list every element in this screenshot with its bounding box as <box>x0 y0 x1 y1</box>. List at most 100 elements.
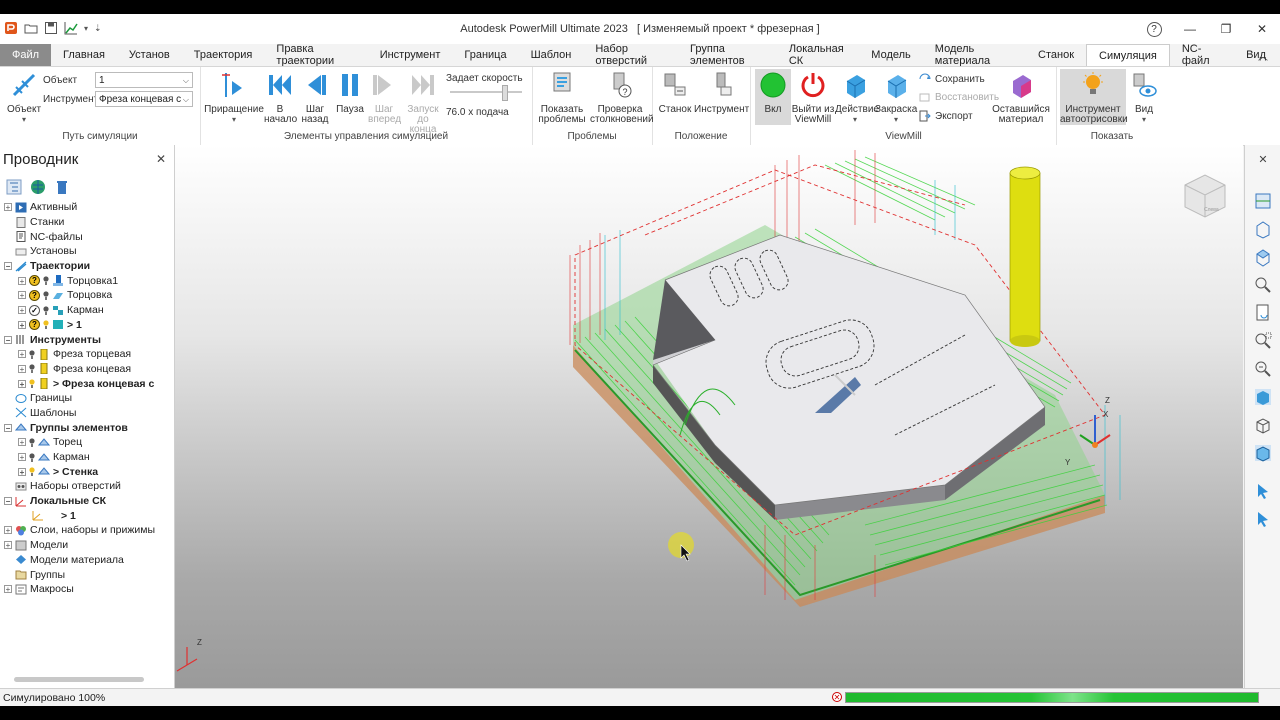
autodraw-tool-button[interactable]: Инструмент автоотрисовки <box>1060 69 1128 125</box>
tree-item-stock-models[interactable]: Модели материала <box>0 553 174 568</box>
step-forward-button[interactable]: Шаг вперед <box>368 71 401 125</box>
tab-boundary[interactable]: Граница <box>452 44 518 66</box>
expand-icon[interactable]: + <box>4 541 12 550</box>
tree-item-tool-end-mill[interactable]: + Фреза концевая <box>0 362 174 377</box>
stop-icon[interactable]: ✕ <box>832 692 842 702</box>
graphics-viewport[interactable]: X Y Z Слева Z <box>175 145 1243 688</box>
tab-home[interactable]: Главная <box>51 44 117 66</box>
tree-item-boundaries[interactable]: Границы <box>0 391 174 406</box>
tab-setup[interactable]: Установ <box>117 44 182 66</box>
collapse-icon[interactable]: − <box>4 335 12 344</box>
zoom-refresh-icon[interactable] <box>1253 275 1273 295</box>
tree-item-tools[interactable]: − Инструменты <box>0 332 174 347</box>
explorer-horizontal-scrollbar[interactable] <box>14 677 144 682</box>
increment-button[interactable]: Приращение ▾ <box>204 71 264 125</box>
tree-item-toolpaths[interactable]: − Траектории <box>0 259 174 274</box>
tree-item-toolpath-1[interactable]: +? > 1 <box>0 318 174 333</box>
lightbulb-off-icon[interactable] <box>29 364 35 374</box>
exit-viewmill-button[interactable]: Выйти из ViewMill <box>791 71 835 125</box>
tab-toolpath[interactable]: Траектория <box>182 44 265 66</box>
trash-icon[interactable] <box>54 179 70 195</box>
object-select[interactable]: 1 ⌵ <box>95 72 193 88</box>
minimize-button[interactable]: — <box>1172 14 1208 44</box>
tab-stock-model[interactable]: Модель материала <box>923 43 1026 67</box>
tab-tool[interactable]: Инструмент <box>368 44 453 66</box>
tree-item-tool-end-mill-active[interactable]: + > Фреза концевая с <box>0 376 174 391</box>
shaded-wire-view-icon[interactable] <box>1253 443 1273 463</box>
to-start-button[interactable]: Вначало <box>264 71 297 125</box>
page-refresh-icon[interactable] <box>1253 303 1273 323</box>
restore-button[interactable]: ❐ <box>1208 14 1244 44</box>
collapse-icon[interactable]: − <box>4 497 12 506</box>
pause-button[interactable]: Пауза <box>334 71 366 115</box>
select-cursor-icon[interactable] <box>1253 481 1273 501</box>
tab-nc-file[interactable]: NC-файл <box>1170 43 1232 67</box>
collapse-icon[interactable]: − <box>4 423 12 432</box>
help-button[interactable]: ? <box>1136 14 1172 44</box>
step-back-button[interactable]: Шаг назад <box>299 71 331 125</box>
object-button[interactable]: Объект ▾ <box>4 71 44 125</box>
tab-workplane[interactable]: Локальная СК <box>777 43 859 67</box>
explorer-close-icon[interactable]: ✕ <box>156 152 166 166</box>
tree-item-toolpath-pocket[interactable]: + ✓ Карман <box>0 303 174 318</box>
tree-item-feature-groups[interactable]: − Группы элементов <box>0 420 174 435</box>
tool-position-button[interactable]: Инструмент <box>694 71 749 115</box>
expand-icon[interactable]: + <box>18 453 26 462</box>
tab-simulation[interactable]: Симуляция <box>1086 44 1170 66</box>
tree-item-nc-files[interactable]: NC-файлы <box>0 229 174 244</box>
tree-item-workplanes[interactable]: − Локальные СК <box>0 494 174 509</box>
view-toolbar-close-icon[interactable]: ✕ <box>1245 153 1280 166</box>
tab-machine[interactable]: Станок <box>1026 44 1086 66</box>
expand-icon[interactable]: + <box>18 276 26 285</box>
tree-item-groups[interactable]: Группы <box>0 567 174 582</box>
tab-view[interactable]: Вид <box>1232 44 1280 66</box>
tree-item-feature-face[interactable]: + Торец <box>0 435 174 450</box>
speed-slider-thumb[interactable] <box>502 85 508 101</box>
tree-item-active[interactable]: + Активный <box>0 200 174 215</box>
tree-item-holesets[interactable]: Наборы отверстий <box>0 479 174 494</box>
lightbulb-off-icon[interactable] <box>43 276 49 286</box>
view-button[interactable]: Вид ▾ <box>1129 71 1159 125</box>
lightbulb-off-icon[interactable] <box>43 291 49 300</box>
zoom-box-icon[interactable] <box>1253 331 1273 351</box>
tree-item-patterns[interactable]: Шаблоны <box>0 406 174 421</box>
tree-view-icon[interactable] <box>6 179 22 195</box>
tab-file[interactable]: Файл <box>0 44 52 66</box>
expand-icon[interactable]: + <box>18 364 26 373</box>
view-top-icon[interactable] <box>1253 247 1273 267</box>
speed-slider[interactable] <box>450 85 522 101</box>
tab-pattern[interactable]: Шаблон <box>519 44 584 66</box>
tree-item-feature-wall[interactable]: + > Стенка <box>0 464 174 479</box>
show-problems-button[interactable]: Показать проблемы <box>536 71 588 125</box>
collision-check-button[interactable]: ? Проверка столкновений <box>590 71 654 125</box>
expand-icon[interactable]: + <box>4 585 12 594</box>
view-front-icon[interactable] <box>1253 219 1273 239</box>
tab-feature-group[interactable]: Группа элементов <box>678 43 777 67</box>
machine-position-button[interactable]: Станок <box>656 71 694 115</box>
wireframe-view-icon[interactable] <box>1253 415 1273 435</box>
tool-select[interactable]: Фреза концевая с ⌵ <box>95 91 193 107</box>
lightbulb-on-icon[interactable] <box>43 320 49 330</box>
tree-item-models[interactable]: + Модели <box>0 538 174 553</box>
globe-icon[interactable] <box>30 179 46 195</box>
export-button[interactable]: Экспорт <box>919 110 973 122</box>
viewmill-on-button[interactable]: Вкл <box>755 69 791 125</box>
collapse-icon[interactable]: − <box>4 262 12 271</box>
select-drag-icon[interactable] <box>1253 509 1273 529</box>
expand-icon[interactable]: + <box>18 438 26 447</box>
expand-icon[interactable]: + <box>18 291 26 300</box>
tab-model[interactable]: Модель <box>859 44 922 66</box>
shading-button[interactable]: Закраска ▾ <box>875 71 917 125</box>
lightbulb-off-icon[interactable] <box>29 350 35 359</box>
zoom-out-icon[interactable] <box>1253 359 1273 379</box>
view-iso-icon[interactable] <box>1253 191 1273 211</box>
lightbulb-off-icon[interactable] <box>43 306 49 315</box>
expand-icon[interactable]: + <box>18 320 26 329</box>
save-state-button[interactable]: Сохранить <box>919 73 985 85</box>
expand-icon[interactable]: + <box>18 350 26 359</box>
lightbulb-off-icon[interactable] <box>29 438 35 447</box>
lightbulb-on-icon[interactable] <box>29 467 35 477</box>
tree-item-layers[interactable]: + Слои, наборы и прижимы <box>0 523 174 538</box>
remaining-material-button[interactable]: Оставшийся материал <box>991 71 1051 125</box>
tree-item-workplane-1[interactable]: > 1 <box>0 508 174 523</box>
